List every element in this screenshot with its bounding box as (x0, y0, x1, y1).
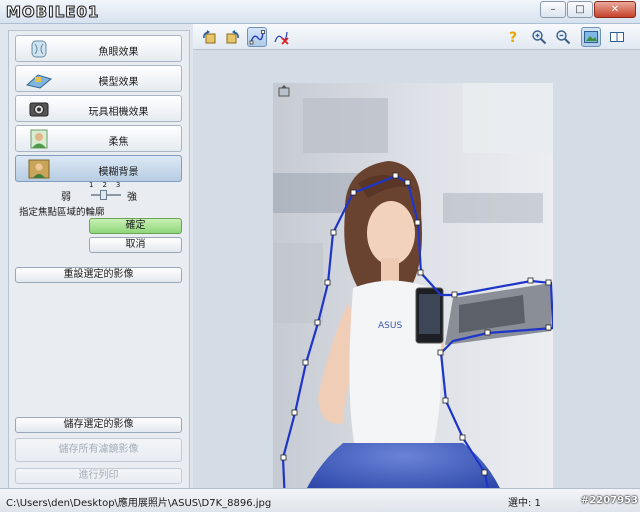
photo-marker-icon (278, 85, 290, 97)
dual-view-icon (610, 32, 624, 42)
clear-outline-button[interactable] (271, 27, 291, 47)
image-viewport[interactable]: ASUS (193, 50, 640, 508)
blur-background-icon (28, 159, 50, 179)
help-button[interactable]: ? (503, 27, 523, 47)
slider-tick-labels: 123 (89, 181, 130, 189)
window-controls: – □ ✕ (539, 1, 636, 18)
save-selected-button[interactable]: 儲存選定的影像 (15, 417, 182, 433)
soft-focus-icon (30, 129, 48, 149)
zoom-in-icon (532, 30, 547, 45)
photo-preview[interactable]: ASUS (273, 83, 553, 508)
close-button[interactable]: ✕ (594, 1, 636, 18)
close-icon: ✕ (610, 4, 620, 15)
toolbar: ? (193, 24, 640, 50)
shirt-logo-image: ASUS (378, 321, 402, 331)
slider-weak-label: 弱 (61, 192, 71, 203)
zoom-in-button[interactable] (529, 27, 549, 47)
zoom-out-button[interactable] (553, 27, 573, 47)
maximize-icon: □ (575, 4, 585, 15)
slider-handle[interactable] (100, 190, 107, 200)
toy-camera-icon (29, 102, 49, 117)
effect-label: 玩具相機效果 (88, 107, 149, 118)
minimize-icon: – (550, 4, 556, 15)
rotate-right-button[interactable] (223, 27, 243, 47)
blur-strength-slider: 弱 123 強 (9, 181, 189, 205)
selection-count: 選中: 1 (508, 498, 541, 509)
effect-soft-focus-button[interactable]: 柔焦 (15, 125, 182, 152)
outline-tool-button[interactable] (247, 27, 267, 47)
instruction-text: 指定焦點區域的輪廓 (19, 207, 105, 218)
outline-tool-icon (249, 30, 265, 45)
zoom-out-icon (556, 30, 571, 45)
ok-button[interactable]: 確定 (89, 218, 182, 234)
app-logo: MOBILE01 (5, 3, 100, 22)
minimize-button[interactable]: – (540, 1, 566, 18)
cancel-button[interactable]: 取消 (89, 237, 182, 253)
effect-blur-background-button[interactable]: 模糊背景 (15, 155, 182, 182)
status-bar: C:\Users\den\Desktop\應用展照片\ASUS\D7K_8896… (0, 488, 640, 512)
photo-scene-image: ASUS (273, 83, 553, 508)
print-button[interactable]: 進行列印 (15, 468, 182, 484)
watermark: #2207953 (580, 495, 638, 506)
rotate-left-icon (203, 30, 216, 44)
fisheye-icon (31, 40, 47, 58)
effect-label: 魚眼效果 (98, 47, 139, 58)
rotate-right-icon (226, 30, 239, 44)
effect-label: 模糊背景 (98, 167, 139, 178)
miniature-icon (25, 74, 53, 89)
maximize-button[interactable]: □ (567, 1, 593, 18)
slider-strong-label: 強 (127, 192, 137, 203)
rotate-left-button[interactable] (199, 27, 219, 47)
reset-image-button[interactable]: 重設選定的影像 (15, 267, 182, 283)
save-all-button[interactable]: 儲存所有濾鏡影像 (15, 438, 182, 462)
title-bar: MOBILE01 – □ ✕ (0, 0, 640, 24)
single-view-button[interactable] (581, 27, 601, 47)
clear-outline-icon (274, 31, 289, 45)
file-path: C:\Users\den\Desktop\應用展照片\ASUS\D7K_8896… (6, 498, 272, 509)
effect-toy-camera-button[interactable]: 玩具相機效果 (15, 95, 182, 122)
effects-panel: 魚眼效果 模型效果 玩具相機效果 柔焦 模糊背景 弱 123 強 指定焦點區域的… (8, 30, 190, 490)
effect-label: 柔焦 (108, 137, 129, 148)
help-icon: ? (509, 30, 517, 45)
single-view-icon (584, 31, 598, 43)
dual-view-button[interactable] (607, 27, 627, 47)
effect-miniature-button[interactable]: 模型效果 (15, 65, 182, 92)
svg-text:?: ? (509, 30, 517, 45)
effect-label: 模型效果 (98, 77, 139, 88)
effect-fisheye-button[interactable]: 魚眼效果 (15, 35, 182, 62)
preview-area: ? ASUS (193, 24, 640, 508)
